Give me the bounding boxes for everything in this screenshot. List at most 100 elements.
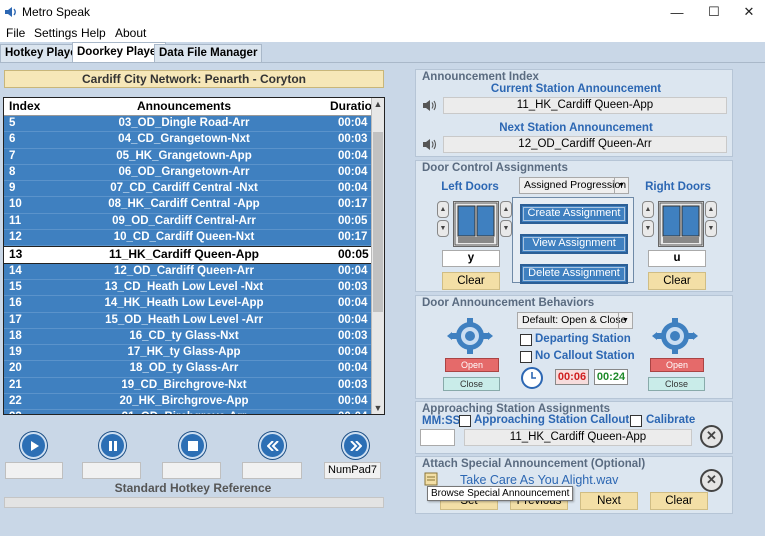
arrow-down-icon[interactable]: ▼ xyxy=(500,220,512,237)
header-duration[interactable]: Duratio xyxy=(330,98,372,115)
play-button[interactable] xyxy=(20,432,47,459)
progression-dropdown[interactable]: Assigned Progression ▼ xyxy=(519,177,629,194)
stop-button[interactable] xyxy=(179,432,206,459)
tab-data-file-manager[interactable]: Data File Manager xyxy=(154,44,263,62)
approach-time-input[interactable] xyxy=(420,429,455,446)
left-door-clear-button[interactable]: Clear xyxy=(442,272,500,290)
right-door-arrows-inner[interactable]: ▲ ▼ xyxy=(642,201,654,237)
rewind-button[interactable] xyxy=(259,432,286,459)
row-announcement: 10_CD_Cardiff Queen-Nxt xyxy=(113,231,255,244)
table-row[interactable]: 19 17_HK_ty Glass-App 00:04 xyxy=(4,345,372,362)
arrow-down-icon[interactable]: ▼ xyxy=(705,220,717,237)
table-row[interactable]: 21 19_CD_Birchgrove-Nxt 00:03 xyxy=(4,378,372,395)
close-time-field[interactable]: 00:24 xyxy=(594,369,628,385)
close-window-button[interactable]: ✕ xyxy=(731,0,765,24)
arrow-up-icon[interactable]: ▲ xyxy=(705,201,717,218)
special-clear-x-button[interactable]: ✕ xyxy=(700,469,723,492)
tab-doorkey-player[interactable]: Doorkey Player xyxy=(72,42,166,62)
special-clear-button[interactable]: Clear xyxy=(650,492,708,510)
door-cycle-gear-icon[interactable] xyxy=(652,313,698,359)
delete-assignment-button[interactable]: Delete Assignment xyxy=(520,264,628,284)
row-duration: 00:03 xyxy=(338,133,368,146)
hotkey-box-pause[interactable] xyxy=(82,462,141,479)
arrow-up-icon[interactable]: ▲ xyxy=(642,201,654,218)
table-row[interactable]: 22 20_HK_Birchgrove-App 00:04 xyxy=(4,394,372,411)
forward-button[interactable] xyxy=(342,432,369,459)
hotkey-box-rewind[interactable] xyxy=(242,462,302,479)
arrow-down-icon[interactable]: ▼ xyxy=(437,220,449,237)
arrow-up-icon[interactable]: ▲ xyxy=(437,201,449,218)
hotkey-box-play[interactable] xyxy=(5,462,63,479)
departing-station-checkbox[interactable] xyxy=(520,334,532,346)
hotkey-reference-bar xyxy=(4,497,384,508)
table-row[interactable]: 12 10_CD_Cardiff Queen-Nxt 00:17 xyxy=(4,230,372,247)
arrow-down-icon[interactable]: ▼ xyxy=(642,220,654,237)
left-open-button[interactable]: Open xyxy=(445,358,499,372)
next-button[interactable]: Next xyxy=(580,492,638,510)
hotkey-box-forward[interactable]: NumPad7 xyxy=(324,462,381,479)
browse-file-icon[interactable] xyxy=(424,472,438,486)
announcement-list[interactable]: Index Announcements Duratio 5 03_OD_Dingl… xyxy=(3,97,385,415)
right-door-key-field[interactable]: u xyxy=(648,250,706,267)
table-row[interactable]: 10 08_HK_Cardiff Central -App 00:17 xyxy=(4,197,372,214)
row-duration: 00:04 xyxy=(338,313,368,326)
left-door-arrows-inner[interactable]: ▲ ▼ xyxy=(500,201,512,237)
speaker-icon[interactable] xyxy=(422,138,438,151)
table-row[interactable]: 17 15_OD_Heath Low Level -Arr 00:04 xyxy=(4,313,372,329)
list-scrollbar[interactable]: ▲ ▼ xyxy=(371,98,384,414)
double-right-icon xyxy=(349,440,362,451)
door-cycle-gear-icon[interactable] xyxy=(447,313,493,359)
next-station-label: Next Station Announcement xyxy=(499,122,653,134)
minimize-button[interactable]: — xyxy=(659,0,695,24)
header-index[interactable]: Index xyxy=(9,98,40,115)
table-row[interactable]: 20 18_OD_ty Glass-Arr 00:04 xyxy=(4,361,372,378)
no-callout-station-checkbox[interactable] xyxy=(520,351,532,363)
table-row[interactable]: 8 06_OD_Grangetown-Arr 00:04 xyxy=(4,165,372,182)
maximize-button[interactable]: ☐ xyxy=(696,0,732,24)
table-row[interactable]: 9 07_CD_Cardiff Central -Nxt 00:04 xyxy=(4,181,372,198)
behavior-dropdown[interactable]: Default: Open & Close ▼ xyxy=(517,312,633,329)
table-row[interactable]: 7 05_HK_Grangetown-App 00:04 xyxy=(4,149,372,165)
view-assignment-button[interactable]: View Assignment xyxy=(520,234,628,254)
approaching-callouts-checkbox[interactable] xyxy=(459,415,471,427)
header-announcements[interactable]: Announcements xyxy=(64,98,304,115)
left-door-icon[interactable] xyxy=(453,201,499,247)
arrow-up-icon[interactable]: ▲ xyxy=(500,201,512,218)
scroll-thumb[interactable] xyxy=(373,132,383,312)
table-row[interactable]: 11 09_OD_Cardiff Central-Arr 00:05 xyxy=(4,214,372,231)
right-door-arrows-outer[interactable]: ▲ ▼ xyxy=(705,201,717,237)
right-open-button[interactable]: Open xyxy=(650,358,704,372)
row-index: 14 xyxy=(9,264,22,277)
open-time-field[interactable]: 00:06 xyxy=(555,369,589,385)
table-row[interactable]: 16 14_HK_Heath Low Level-App 00:04 xyxy=(4,296,372,313)
calibrate-checkbox[interactable] xyxy=(630,415,642,427)
table-row[interactable]: 5 03_OD_Dingle Road-Arr 00:04 xyxy=(4,116,372,133)
table-row[interactable]: 15 13_CD_Heath Low Level -Nxt 00:03 xyxy=(4,280,372,297)
table-row[interactable]: 23 21_OD_Birchgrove-Arr 00:04 xyxy=(4,410,372,414)
table-row[interactable]: 13 11_HK_Cardiff Queen-App 00:05 xyxy=(4,246,372,264)
approach-announcement-field: 11_HK_Cardiff Queen-App xyxy=(464,429,692,446)
menu-file[interactable]: File xyxy=(6,26,25,40)
row-duration: 00:17 xyxy=(338,231,368,244)
right-close-button[interactable]: Close xyxy=(648,377,705,391)
right-door-clear-button[interactable]: Clear xyxy=(648,272,706,290)
hotkey-box-stop[interactable] xyxy=(162,462,221,479)
left-door-arrows-outer[interactable]: ▲ ▼ xyxy=(437,201,449,237)
speaker-icon[interactable] xyxy=(422,99,438,112)
right-door-icon[interactable] xyxy=(658,201,704,247)
create-assignment-button[interactable]: Create Assignment xyxy=(520,204,628,224)
pause-button[interactable] xyxy=(99,432,126,459)
table-row[interactable]: 6 04_CD_Grangetown-Nxt 00:03 xyxy=(4,132,372,149)
approach-clear-x-button[interactable]: ✕ xyxy=(700,425,723,448)
left-close-button[interactable]: Close xyxy=(443,377,500,391)
scroll-down-icon[interactable]: ▼ xyxy=(372,402,384,414)
left-door-key-field[interactable]: y xyxy=(442,250,500,267)
menu-about[interactable]: About xyxy=(115,26,146,40)
menu-settings[interactable]: Settings xyxy=(34,26,77,40)
right-doors-label: Right Doors xyxy=(645,181,711,193)
table-row[interactable]: 14 12_OD_Cardiff Queen-Arr 00:04 xyxy=(4,264,372,280)
row-announcement: 09_OD_Cardiff Central-Arr xyxy=(112,214,256,227)
menu-help[interactable]: Help xyxy=(81,26,106,40)
table-row[interactable]: 18 16_CD_ty Glass-Nxt 00:03 xyxy=(4,329,372,346)
scroll-up-icon[interactable]: ▲ xyxy=(372,98,384,110)
